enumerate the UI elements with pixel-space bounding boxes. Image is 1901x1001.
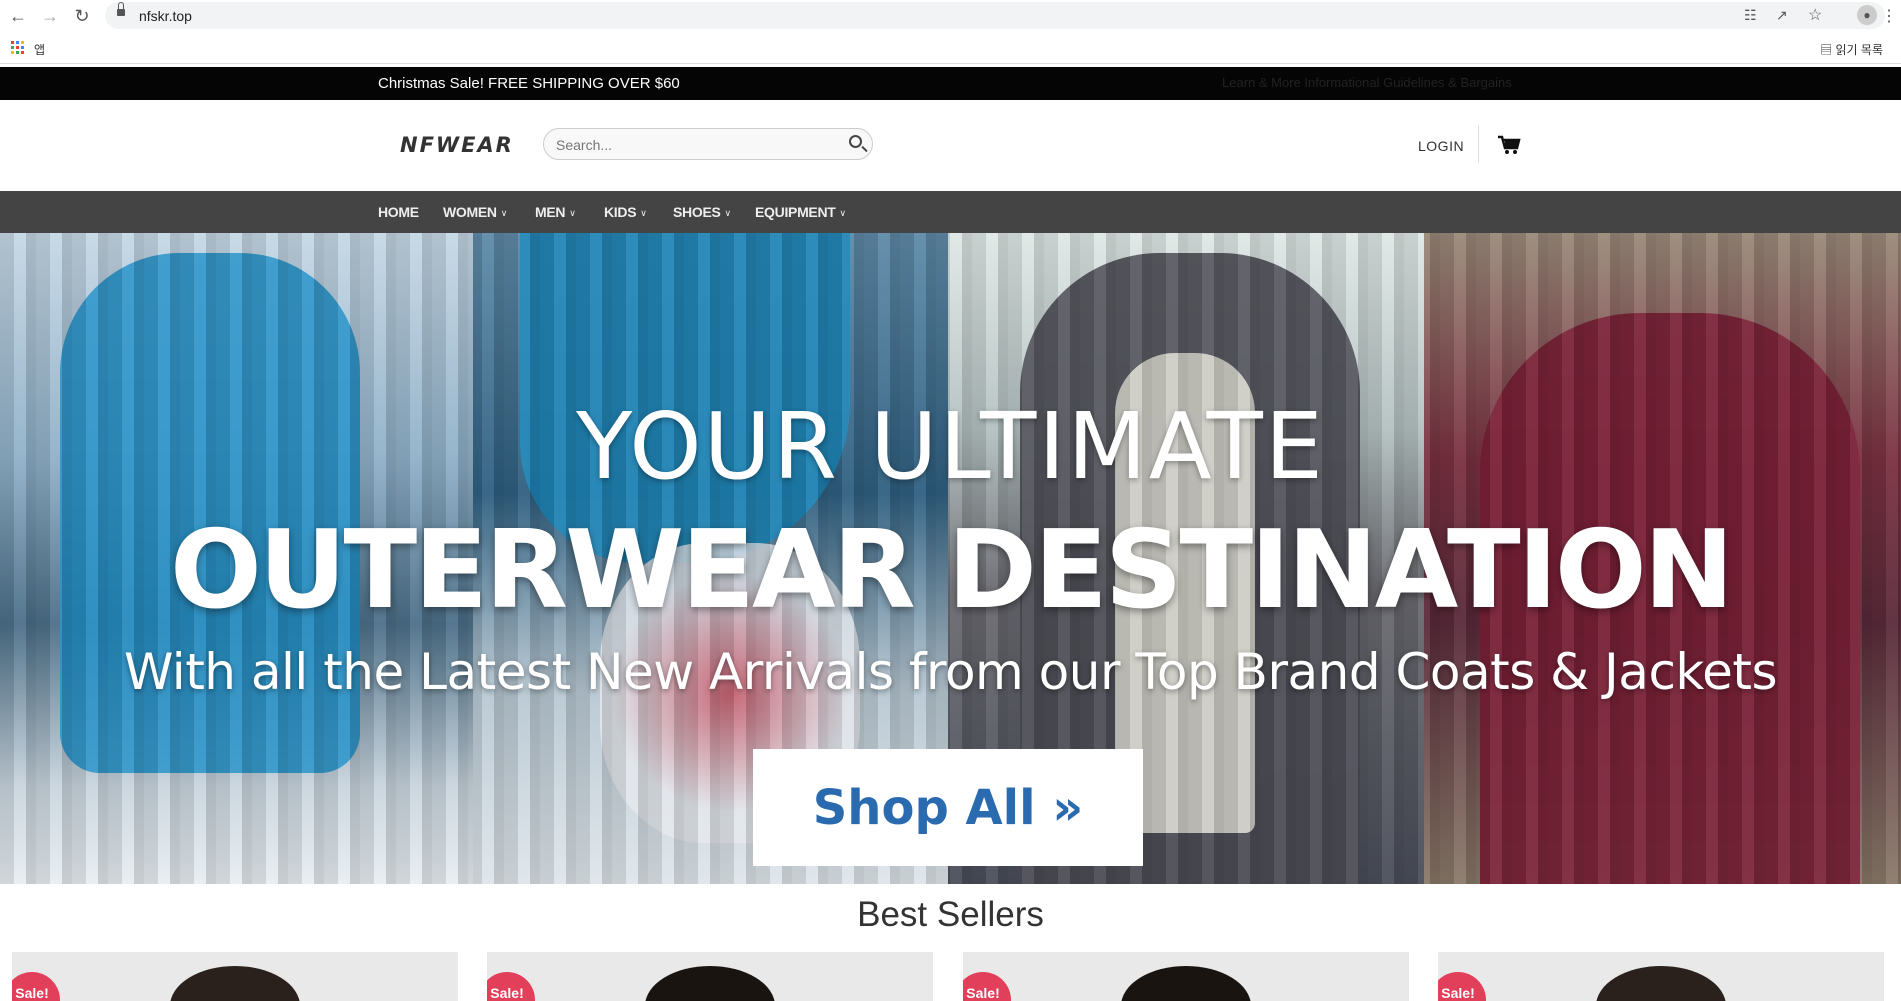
product-card[interactable]: Sale!: [963, 952, 1409, 1001]
product-card[interactable]: Sale!: [12, 952, 458, 1001]
forward-icon[interactable]: →: [38, 4, 62, 28]
nav-label: EQUIPMENT: [755, 204, 836, 220]
cart-icon[interactable]: [1497, 134, 1521, 156]
back-icon[interactable]: ←: [6, 4, 30, 28]
nav-item-men[interactable]: MEN ∨: [535, 204, 576, 220]
product-card[interactable]: Sale!: [487, 952, 933, 1001]
nav-item-kids[interactable]: KIDS ∨: [604, 204, 647, 220]
login-link[interactable]: LOGIN: [1418, 138, 1464, 154]
nav-label: KIDS: [604, 204, 637, 220]
chevron-down-icon: ∨: [500, 208, 508, 218]
hero-heading-line1: YOUR ULTIMATE: [576, 393, 1325, 500]
product-image: [1121, 966, 1251, 1001]
nav-label: HOME: [378, 204, 419, 220]
chevron-down-icon: ∨: [640, 208, 647, 218]
search-icon[interactable]: [849, 135, 862, 148]
site-logo[interactable]: NFWEAR: [400, 133, 514, 157]
sale-badge: Sale!: [487, 972, 535, 1001]
translate-icon[interactable]: ☷: [1744, 7, 1757, 24]
chevron-down-icon: ∨: [724, 208, 732, 218]
address-bar[interactable]: nfskr.top ☷ ↗ ☆ ●: [105, 2, 1885, 29]
promo-bar: Christmas Sale! FREE SHIPPING OVER $60 L…: [0, 67, 1901, 100]
apps-icon[interactable]: [11, 41, 24, 54]
lock-icon[interactable]: [117, 2, 125, 17]
apps-bookmark-label[interactable]: 앱: [34, 41, 45, 58]
nav-label: MEN: [535, 204, 566, 220]
promo-text: Christmas Sale! FREE SHIPPING OVER $60: [378, 75, 680, 92]
reading-list-label: 읽기 목록: [1835, 43, 1884, 57]
chevron-down-icon: ∨: [839, 208, 847, 218]
chevron-down-icon: ∨: [569, 208, 576, 218]
reload-icon[interactable]: ↻: [70, 4, 94, 28]
share-icon[interactable]: ↗: [1776, 7, 1788, 24]
product-image: [645, 966, 775, 1001]
site-header: NFWEAR LOGIN: [0, 100, 1901, 191]
shop-all-button[interactable]: Shop All »: [753, 749, 1143, 866]
sale-badge: Sale!: [963, 972, 1011, 1001]
product-image: [1596, 966, 1726, 1001]
reading-list-button[interactable]: ▤ 읽기 목록: [1820, 41, 1883, 58]
best-sellers-title: Best Sellers: [857, 895, 1044, 934]
hero-banner[interactable]: YOUR ULTIMATE OUTERWEAR DESTINATION With…: [0, 233, 1901, 884]
reading-list-icon: ▤: [1820, 43, 1836, 57]
browser-toolbar: ← → ↻ nfskr.top ☷ ↗ ☆ ● ⋮: [0, 0, 1901, 32]
profile-icon[interactable]: ●: [1857, 5, 1877, 25]
nav-label: WOMEN: [443, 204, 497, 220]
url-text: nfskr.top: [139, 8, 192, 24]
nav-item-shoes[interactable]: SHOES ∨: [673, 204, 731, 220]
search-input[interactable]: [554, 134, 828, 156]
header-divider: [1478, 125, 1479, 163]
nav-item-women[interactable]: WOMEN ∨: [443, 204, 507, 220]
sale-badge: Sale!: [1438, 972, 1486, 1001]
main-nav: HOME WOMEN ∨ MEN ∨ KIDS ∨ SHOES ∨ EQUIPMENT ∨: [0, 191, 1901, 233]
nav-item-home[interactable]: HOME: [378, 204, 419, 220]
sale-badge: Sale!: [12, 972, 60, 1001]
bookmarks-bar: 앱 ▤ 읽기 목록: [0, 32, 1901, 64]
product-card[interactable]: Sale!: [1438, 952, 1884, 1001]
promo-secondary-text[interactable]: Learn & More Informational Guidelines & …: [1222, 75, 1512, 90]
star-icon[interactable]: ☆: [1808, 5, 1822, 25]
nav-item-equipment[interactable]: EQUIPMENT ∨: [755, 204, 846, 220]
hero-heading-line2: OUTERWEAR DESTINATION: [169, 508, 1734, 633]
hero-subheading: With all the Latest New Arrivals from ou…: [123, 643, 1778, 701]
search-box: [543, 128, 873, 160]
nav-label: SHOES: [673, 204, 721, 220]
menu-icon[interactable]: ⋮: [1877, 4, 1901, 28]
product-image: [170, 966, 300, 1001]
